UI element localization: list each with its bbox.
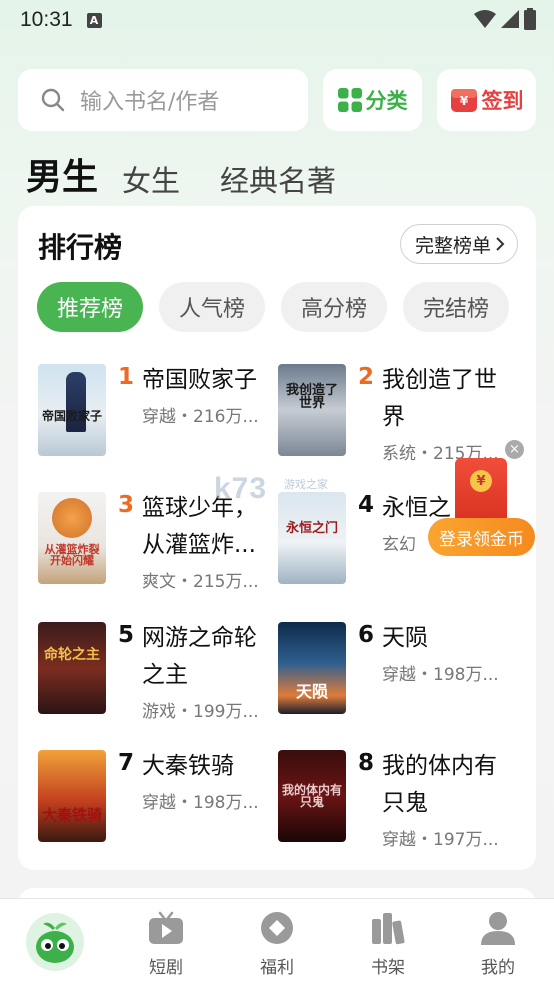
book-cover[interactable]: 从灌篮炸裂开始闪耀 (38, 492, 106, 584)
notification-a-icon: A (86, 12, 102, 28)
book-cover[interactable]: 我创造了世界 (278, 364, 346, 456)
wifi-icon (474, 10, 496, 28)
nav-item-short-drama[interactable]: 短剧 (126, 909, 206, 978)
full-list-button[interactable]: 完整榜单 (399, 224, 518, 264)
book-rank: 7 (118, 750, 135, 776)
battery-icon (524, 8, 536, 30)
gender-tabs: 男生 女生 经典名著 (26, 148, 376, 200)
chevron-right-icon (496, 237, 505, 251)
book-cover-text: 帝国败家子 (41, 409, 102, 423)
signin-coin-icon: ¥ (450, 89, 477, 112)
book-cover-text: 天陨 (295, 682, 328, 701)
nav-label: 短剧 (149, 958, 183, 978)
search-row: 输入书名/作者 分类 ¥ 签到 (18, 69, 536, 131)
tab-classics[interactable]: 经典名著 (220, 158, 336, 200)
tab-completed[interactable]: 完结榜 (403, 282, 510, 332)
tab-recommended[interactable]: 推荐榜 (37, 282, 144, 332)
book-title: 天陨 (382, 625, 428, 651)
promo-close-button[interactable]: × (505, 440, 524, 459)
book-meta: 穿越・216万... (142, 407, 259, 427)
book-item[interactable]: 我的体内有只鬼 8 我的体内有只鬼 穿越・197万... (278, 750, 518, 860)
signin-label: 签到 (481, 89, 524, 113)
book-meta: 穿越・197万... (382, 830, 499, 850)
book-cover-text: 大秦铁骑 (41, 806, 102, 824)
book-meta: 穿越・198万... (142, 793, 259, 813)
book-cover-text: 从灌篮炸裂开始闪耀 (44, 543, 100, 567)
book-rank: 8 (358, 750, 375, 776)
status-bar: 10:31 A (0, 0, 554, 40)
nav-item-welfare[interactable]: 福利 (237, 909, 317, 978)
tab-high-score[interactable]: 高分榜 (281, 282, 388, 332)
status-time: 10:31 (20, 8, 73, 31)
book-cover[interactable]: 天陨 (278, 622, 346, 714)
red-packet-icon[interactable]: ¥ (455, 458, 507, 526)
nav-label: 我的 (481, 958, 515, 978)
book-title: 我创造了世界 (382, 367, 497, 430)
search-icon (41, 88, 65, 112)
user-icon (481, 912, 515, 945)
nav-label: 书架 (371, 958, 405, 978)
nav-item-bookshelf[interactable]: 书架 (348, 909, 428, 978)
book-cover-text: 我创造了世界 (285, 383, 338, 411)
book-item[interactable]: 帝国败家子 1 帝国败家子 穿越・216万... (38, 364, 278, 474)
signin-button[interactable]: ¥ 签到 (437, 69, 536, 131)
book-rank: 6 (358, 622, 375, 648)
book-rank: 5 (118, 622, 135, 648)
book-rank: 1 (118, 364, 135, 390)
book-title: 网游之命轮之主 (142, 625, 257, 688)
signal-icon (501, 10, 519, 28)
book-item[interactable]: 大秦铁骑 7 大秦铁骑 穿越・198万... (38, 750, 278, 860)
bottom-nav: 短剧 福利 书架 我的 (0, 898, 554, 984)
book-cover[interactable]: 永恒之门 (278, 492, 346, 584)
nav-label: 福利 (260, 958, 294, 978)
book-meta: 穿越・198万... (382, 665, 499, 685)
welfare-diamond-icon (261, 912, 293, 944)
book-meta: 玄幻 (382, 535, 416, 555)
book-cover-text: 命轮之主 (44, 647, 100, 663)
book-meta: 游戏・199万... (142, 702, 259, 722)
tab-popular[interactable]: 人气榜 (159, 282, 266, 332)
coin-icon: ¥ (470, 470, 492, 492)
mascot-icon (36, 922, 74, 963)
status-indicators (474, 8, 536, 30)
category-label: 分类 (365, 89, 408, 113)
book-rank: 3 (118, 492, 135, 518)
book-item[interactable]: 从灌篮炸裂开始闪耀 3 篮球少年，从灌篮炸... 爽文・215万... (38, 492, 278, 602)
nav-item-mine[interactable]: 我的 (458, 909, 538, 978)
book-cover[interactable]: 我的体内有只鬼 (278, 750, 346, 842)
watermark-logo: k73 (214, 472, 268, 505)
book-item[interactable]: 命轮之主 5 网游之命轮之主 游戏・199万... (38, 622, 278, 732)
tab-female[interactable]: 女生 (122, 158, 180, 200)
book-item[interactable]: 天陨 6 天陨 穿越・198万... (278, 622, 518, 732)
full-list-label: 完整榜单 (414, 234, 491, 257)
login-coin-button[interactable]: 登录领金币 (428, 518, 535, 556)
book-title: 帝国败家子 (142, 367, 257, 393)
book-cover[interactable]: 帝国败家子 (38, 364, 106, 456)
category-grid-icon (337, 88, 362, 112)
tv-play-icon (149, 911, 183, 944)
signin-coin-symbol: ¥ (459, 94, 468, 108)
search-input[interactable]: 输入书名/作者 (80, 84, 219, 116)
book-meta: 爽文・215万... (142, 572, 259, 592)
book-cover-text: 永恒之门 (285, 521, 338, 536)
book-title: 大秦铁骑 (142, 753, 234, 779)
category-button[interactable]: 分类 (323, 69, 422, 131)
book-title: 我的体内有只鬼 (382, 753, 497, 816)
book-cover-text: 我的体内有只鬼 (281, 783, 342, 809)
tab-male[interactable]: 男生 (26, 148, 98, 200)
ranking-tabs: 推荐榜 人气榜 高分榜 完结榜 (37, 282, 510, 332)
watermark-subtitle: 游戏之家 (284, 478, 328, 491)
book-rank: 4 (358, 492, 375, 518)
book-cover[interactable]: 大秦铁骑 (38, 750, 106, 842)
search-box[interactable]: 输入书名/作者 (18, 69, 308, 131)
home-button[interactable] (26, 913, 84, 971)
ranking-title: 排行榜 (38, 231, 123, 264)
book-cover[interactable]: 命轮之主 (38, 622, 106, 714)
book-rank: 2 (358, 364, 375, 390)
bookshelf-icon (372, 913, 405, 945)
